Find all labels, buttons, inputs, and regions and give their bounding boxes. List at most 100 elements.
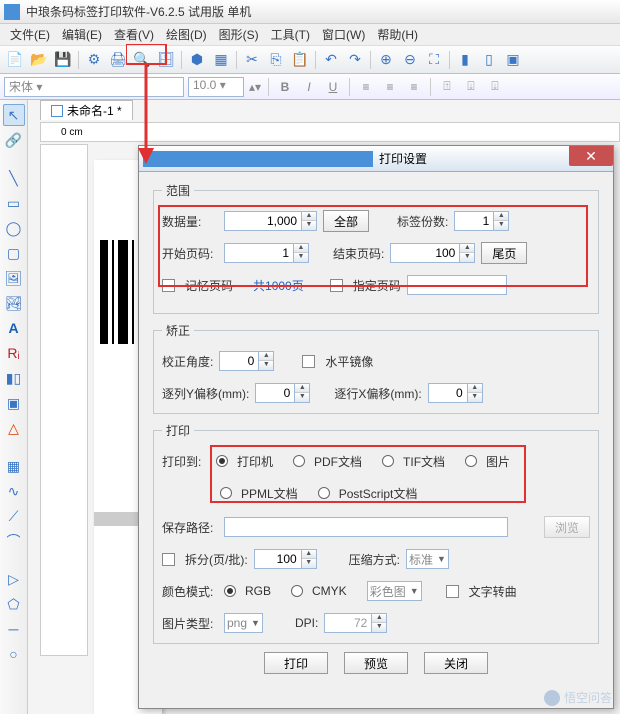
menu-file[interactable]: 文件(E) [4, 24, 56, 45]
text-icon[interactable]: A [3, 317, 25, 339]
cut-icon[interactable]: ✂ [241, 49, 263, 71]
radio-ppml[interactable] [220, 487, 232, 499]
last-page-button[interactable]: 尾页 [481, 242, 527, 264]
specify-page-input[interactable] [407, 275, 507, 295]
start-page-input[interactable]: ▲▼ [224, 243, 309, 263]
zoomin-icon[interactable]: ⊕ [375, 49, 397, 71]
circle-icon[interactable]: ○ [3, 643, 25, 665]
cube-icon[interactable]: ⬢ [186, 49, 208, 71]
mirror-checkbox[interactable] [302, 355, 315, 368]
pointer-icon[interactable]: ↖ [3, 104, 25, 126]
menu-tool[interactable]: 工具(T) [265, 24, 316, 45]
line-icon[interactable]: ╲ [3, 167, 25, 189]
text-curve-checkbox[interactable] [446, 585, 459, 598]
print-button[interactable]: 打印 [264, 652, 328, 674]
align-right-icon[interactable]: ≡ [404, 77, 424, 97]
bold-icon[interactable]: B [275, 77, 295, 97]
new-icon[interactable]: 📄 [4, 49, 26, 71]
qrcode-icon[interactable]: ▣ [3, 392, 25, 414]
image-icon[interactable]: 🖼 [3, 267, 25, 289]
triangle-icon[interactable]: △ [3, 417, 25, 439]
copies-input[interactable]: ▲▼ [454, 211, 509, 231]
compress-select[interactable]: 标准▼ [406, 549, 449, 569]
menu-shape[interactable]: 图形(S) [213, 24, 265, 45]
richtext-icon[interactable]: Rᵢ [3, 342, 25, 364]
dialog-titlebar[interactable]: 打印设置 ✕ [139, 146, 613, 172]
barcode1-icon[interactable]: ▮ [454, 49, 476, 71]
save-path-input[interactable] [224, 517, 508, 537]
all-button[interactable]: 全部 [323, 210, 369, 232]
sizeup-icon[interactable]: ▴▾ [248, 77, 262, 97]
data-count-input[interactable]: ▲▼ [224, 211, 317, 231]
valign-mid-icon[interactable]: ⍗ [461, 77, 481, 97]
database-icon[interactable]: 🗄 [155, 49, 177, 71]
grid-icon[interactable]: ▦ [210, 49, 232, 71]
underline-icon[interactable]: U [323, 77, 343, 97]
rect-icon[interactable]: ▭ [3, 192, 25, 214]
italic-icon[interactable]: I [299, 77, 319, 97]
save-icon[interactable]: 💾 [52, 49, 74, 71]
specify-page-checkbox[interactable] [330, 279, 343, 292]
zoom-icon[interactable]: 🔍 [131, 49, 153, 71]
line2-icon[interactable]: ─ [3, 618, 25, 640]
triangle2-icon[interactable]: ▷ [3, 568, 25, 590]
menu-window[interactable]: 窗口(W) [316, 24, 371, 45]
path-icon[interactable]: ⟋ [3, 505, 25, 527]
radio-printer[interactable] [216, 455, 228, 467]
img-type-select[interactable]: png▼ [224, 613, 263, 633]
menu-help[interactable]: 帮助(H) [371, 24, 424, 45]
split-checkbox[interactable] [162, 553, 175, 566]
angle-input[interactable]: ▲▼ [219, 351, 274, 371]
split-input[interactable]: ▲▼ [254, 549, 317, 569]
menu-draw[interactable]: 绘图(D) [160, 24, 213, 45]
copy-icon[interactable]: ⎘ [265, 49, 287, 71]
document-tab[interactable]: 未命名-1 * [40, 100, 133, 120]
undo-icon[interactable]: ↶ [320, 49, 342, 71]
qr-icon[interactable]: ▣ [502, 49, 524, 71]
font-select[interactable]: 宋体 ▾ [4, 77, 184, 97]
dpi-input[interactable]: ▲▼ [324, 613, 387, 633]
align-center-icon[interactable]: ≡ [380, 77, 400, 97]
app-icon [4, 4, 20, 20]
arc-icon[interactable]: ⌒ [3, 530, 25, 552]
coly-input[interactable]: ▲▼ [255, 383, 310, 403]
radio-cmyk[interactable] [291, 585, 303, 597]
radio-image[interactable] [465, 455, 477, 467]
curve-icon[interactable]: ∿ [3, 480, 25, 502]
roundrect-icon[interactable]: ▢ [3, 242, 25, 264]
picture-icon[interactable]: 🏞 [3, 292, 25, 314]
close-icon[interactable]: ✕ [569, 146, 613, 166]
ellipse-icon[interactable]: ◯ [3, 217, 25, 239]
align-left-icon[interactable]: ≡ [356, 77, 376, 97]
barcode2-icon[interactable]: ▯ [478, 49, 500, 71]
paste-icon[interactable]: 📋 [289, 49, 311, 71]
size-select[interactable]: 10.0 ▾ [188, 77, 244, 97]
table-icon[interactable]: ▦ [3, 455, 25, 477]
redo-icon[interactable]: ↷ [344, 49, 366, 71]
browse-button[interactable]: 浏览 [544, 516, 590, 538]
rowx-input[interactable]: ▲▼ [428, 383, 483, 403]
radio-postscript[interactable] [318, 487, 330, 499]
spin-up-icon[interactable]: ▲ [302, 212, 316, 221]
fit-icon[interactable]: ⛶ [423, 49, 445, 71]
polygon-icon[interactable]: ⬠ [3, 593, 25, 615]
radio-rgb[interactable] [224, 585, 236, 597]
close-button[interactable]: 关闭 [424, 652, 488, 674]
preview-button[interactable]: 预览 [344, 652, 408, 674]
remember-page-checkbox[interactable] [162, 279, 175, 292]
valign-top-icon[interactable]: ⍐ [437, 77, 457, 97]
open-icon[interactable]: 📂 [28, 49, 50, 71]
zoomout-icon[interactable]: ⊖ [399, 49, 421, 71]
print-icon[interactable]: 🖨 [107, 49, 129, 71]
color-type-select[interactable]: 彩色图▼ [367, 581, 422, 601]
barcode-icon[interactable]: ▮▯ [3, 367, 25, 389]
menu-view[interactable]: 查看(V) [108, 24, 160, 45]
menu-edit[interactable]: 编辑(E) [56, 24, 108, 45]
link-icon[interactable]: 🔗 [3, 129, 25, 151]
radio-tif[interactable] [382, 455, 394, 467]
spin-down-icon[interactable]: ▼ [302, 221, 316, 230]
radio-pdf[interactable] [293, 455, 305, 467]
gear-icon[interactable]: ⚙ [83, 49, 105, 71]
end-page-input[interactable]: ▲▼ [390, 243, 475, 263]
valign-bot-icon[interactable]: ⍗ [485, 77, 505, 97]
